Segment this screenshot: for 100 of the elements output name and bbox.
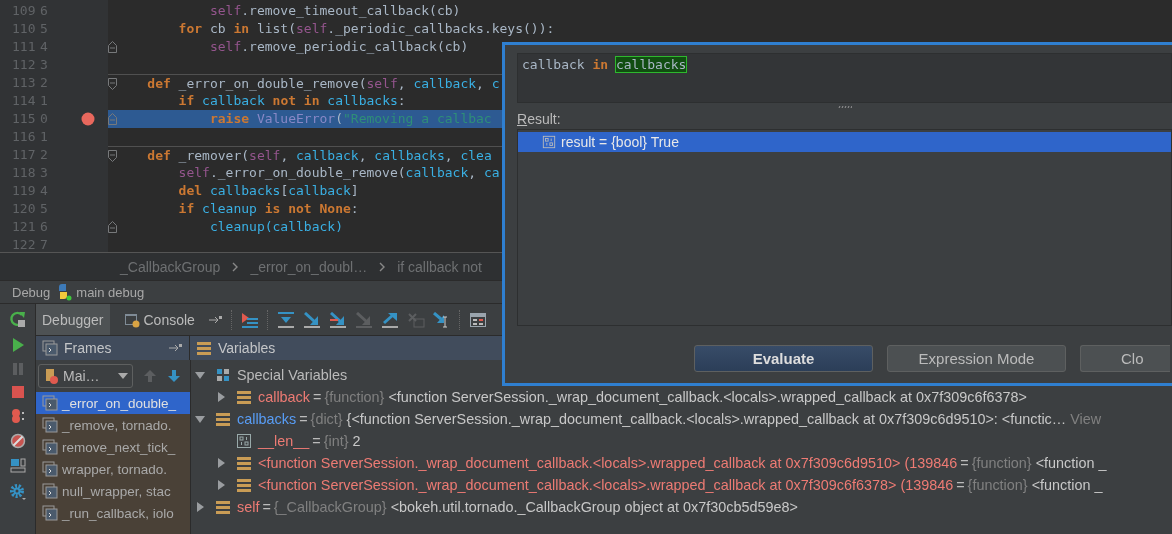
pin-icon[interactable] xyxy=(208,314,223,325)
stack-frame[interactable]: _run_callback, iolo xyxy=(36,502,190,524)
stacked-bars-icon xyxy=(236,455,252,471)
diagonal-arrow-icon[interactable] xyxy=(302,311,321,328)
down-arrow-icon[interactable] xyxy=(276,311,295,328)
table-icon[interactable] xyxy=(468,311,487,328)
splitter-grip-icon[interactable] xyxy=(837,105,852,109)
down-arrow-icon[interactable] xyxy=(167,369,181,383)
stack-frame[interactable]: remove_next_tick_ xyxy=(36,436,190,458)
code-line: self.remove_periodic_callback(cb) xyxy=(208,38,469,56)
execution-point-icon[interactable] xyxy=(240,311,259,328)
stack-frame[interactable]: _remove, tornado. xyxy=(36,414,190,436)
chevron-icon xyxy=(379,261,386,272)
variable-value: <bokeh.util.tornado._CallbackGroup object at 0x7f30cb5d59e8> xyxy=(390,499,798,515)
result-label: Result: xyxy=(517,111,562,127)
code-line: def _remover(self, callback, callbacks, clea xyxy=(146,146,492,165)
breakpoint-icon[interactable] xyxy=(81,112,95,126)
variables-title: Variables xyxy=(218,340,276,356)
equals-sign: = xyxy=(956,477,965,493)
fold-icon[interactable] xyxy=(107,41,117,53)
frame-icon xyxy=(42,417,58,433)
breadcrumb[interactable]: if callback not xyxy=(397,258,482,275)
breadcrumb[interactable]: _CallbackGroup xyxy=(120,258,221,275)
equals-sign: = xyxy=(299,411,308,427)
variable-value: <function _ xyxy=(1031,477,1103,493)
variable-type: {dict} xyxy=(310,411,343,427)
thread-icon xyxy=(43,368,59,384)
collapse-arrow-icon[interactable] xyxy=(195,414,205,424)
variable-name: <function ServerSession._wrap_document_callback.<locals>.wrapped_callback at 0x7f309c6d9510> (139846 xyxy=(258,455,958,471)
fold-icon[interactable] xyxy=(107,77,117,90)
rerun-icon[interactable] xyxy=(8,310,27,328)
breakpoints-icon[interactable] xyxy=(9,408,26,424)
variable-name: Special Variables xyxy=(237,367,348,383)
tab[interactable]: Console xyxy=(117,304,201,335)
equals-sign: = xyxy=(262,499,271,515)
frame-icon xyxy=(42,461,58,477)
fold-icon[interactable] xyxy=(107,113,117,125)
code-line: if callback not in callbacks: xyxy=(177,92,406,110)
dialog-button[interactable]: Expression Mode xyxy=(887,345,1066,372)
grid-icon xyxy=(215,367,231,383)
pin-icon[interactable] xyxy=(169,343,183,353)
variable-type: {function} xyxy=(967,477,1028,493)
fold-icon[interactable] xyxy=(107,149,117,162)
expand-arrow-icon[interactable] xyxy=(216,458,226,468)
collapse-arrow-icon[interactable] xyxy=(195,370,205,380)
frame-icon xyxy=(42,505,58,521)
stop-icon[interactable] xyxy=(10,385,25,399)
stack-frame[interactable]: null_wrapper, stac xyxy=(36,480,190,502)
code-line: self._error_on_double_remove(callback, ca xyxy=(177,164,500,182)
expand-arrow-icon[interactable] xyxy=(216,392,226,402)
expression-field[interactable]: callback in callbacks xyxy=(517,53,1172,103)
stack-frame[interactable]: wrapper, tornado. xyxy=(36,458,190,480)
dialog-button[interactable]: Clo xyxy=(1080,345,1170,372)
stacked-bars-icon xyxy=(215,499,231,515)
binary-icon xyxy=(236,433,252,449)
breadcrumb[interactable]: _error_on_doubl… xyxy=(250,258,368,275)
debug-title: Debug xyxy=(12,284,51,300)
result-row[interactable]: result = {bool} True xyxy=(518,132,1171,152)
run-configuration: main debug xyxy=(76,284,145,300)
console-icon xyxy=(123,311,140,328)
fold-icon[interactable] xyxy=(107,221,117,233)
stacked-bars-icon xyxy=(215,411,231,427)
variable-value: <function _ xyxy=(1035,455,1107,471)
variable-value: 2 xyxy=(352,433,361,449)
caret-icon xyxy=(118,373,128,379)
frames-icon xyxy=(42,340,58,356)
stack-frame[interactable]: _error_on_double_ xyxy=(36,392,190,414)
equals-sign: = xyxy=(960,455,969,471)
frame-icon xyxy=(42,483,58,499)
settings-icon[interactable] xyxy=(8,483,27,501)
variable-name: self xyxy=(237,499,260,515)
dialog-button[interactable]: Evaluate xyxy=(694,345,873,372)
expand-arrow-icon[interactable] xyxy=(216,480,226,490)
variable-type: {function} xyxy=(971,455,1032,471)
layout-icon[interactable] xyxy=(9,458,26,474)
stacked-bars-icon xyxy=(236,389,252,405)
up-right-arrow-icon[interactable] xyxy=(380,311,399,328)
frame-icon xyxy=(42,439,58,455)
code-line: del callbacks[callback] xyxy=(177,182,359,200)
code-line: cleanup(callback) xyxy=(208,218,343,236)
expand-arrow-icon[interactable] xyxy=(195,502,205,512)
variable-type: {int} xyxy=(323,433,349,449)
binary-icon xyxy=(542,135,556,149)
stacked-bars-icon xyxy=(236,477,252,493)
tab[interactable]: Debugger xyxy=(36,304,110,335)
view-link[interactable]: View xyxy=(1070,411,1102,427)
code-line: def _error_on_double_remove(self, callback, c xyxy=(146,74,500,93)
code-line: for cb in list(self._periodic_callbacks.keys()): xyxy=(177,20,555,38)
variable-name: callbacks xyxy=(237,411,297,427)
variable-name: __len__ xyxy=(258,433,310,449)
frame-icon xyxy=(42,395,58,411)
variable-type: {function} xyxy=(324,389,385,405)
mute-icon[interactable] xyxy=(9,433,26,449)
thread-dropdown[interactable]: Mai… xyxy=(38,364,133,388)
equals-sign: = xyxy=(312,433,321,449)
frames-title: Frames xyxy=(64,340,112,356)
code-line: if cleanup is not None: xyxy=(177,200,359,218)
diagonal-arrow-icon[interactable] xyxy=(328,311,347,328)
stacked-bars-icon xyxy=(196,340,212,356)
variable-value: {<function ServerSession._wrap_document_callback.<locals>.wrapped_callback at 0x7f309c6d9510>: <functic… xyxy=(346,411,1067,427)
